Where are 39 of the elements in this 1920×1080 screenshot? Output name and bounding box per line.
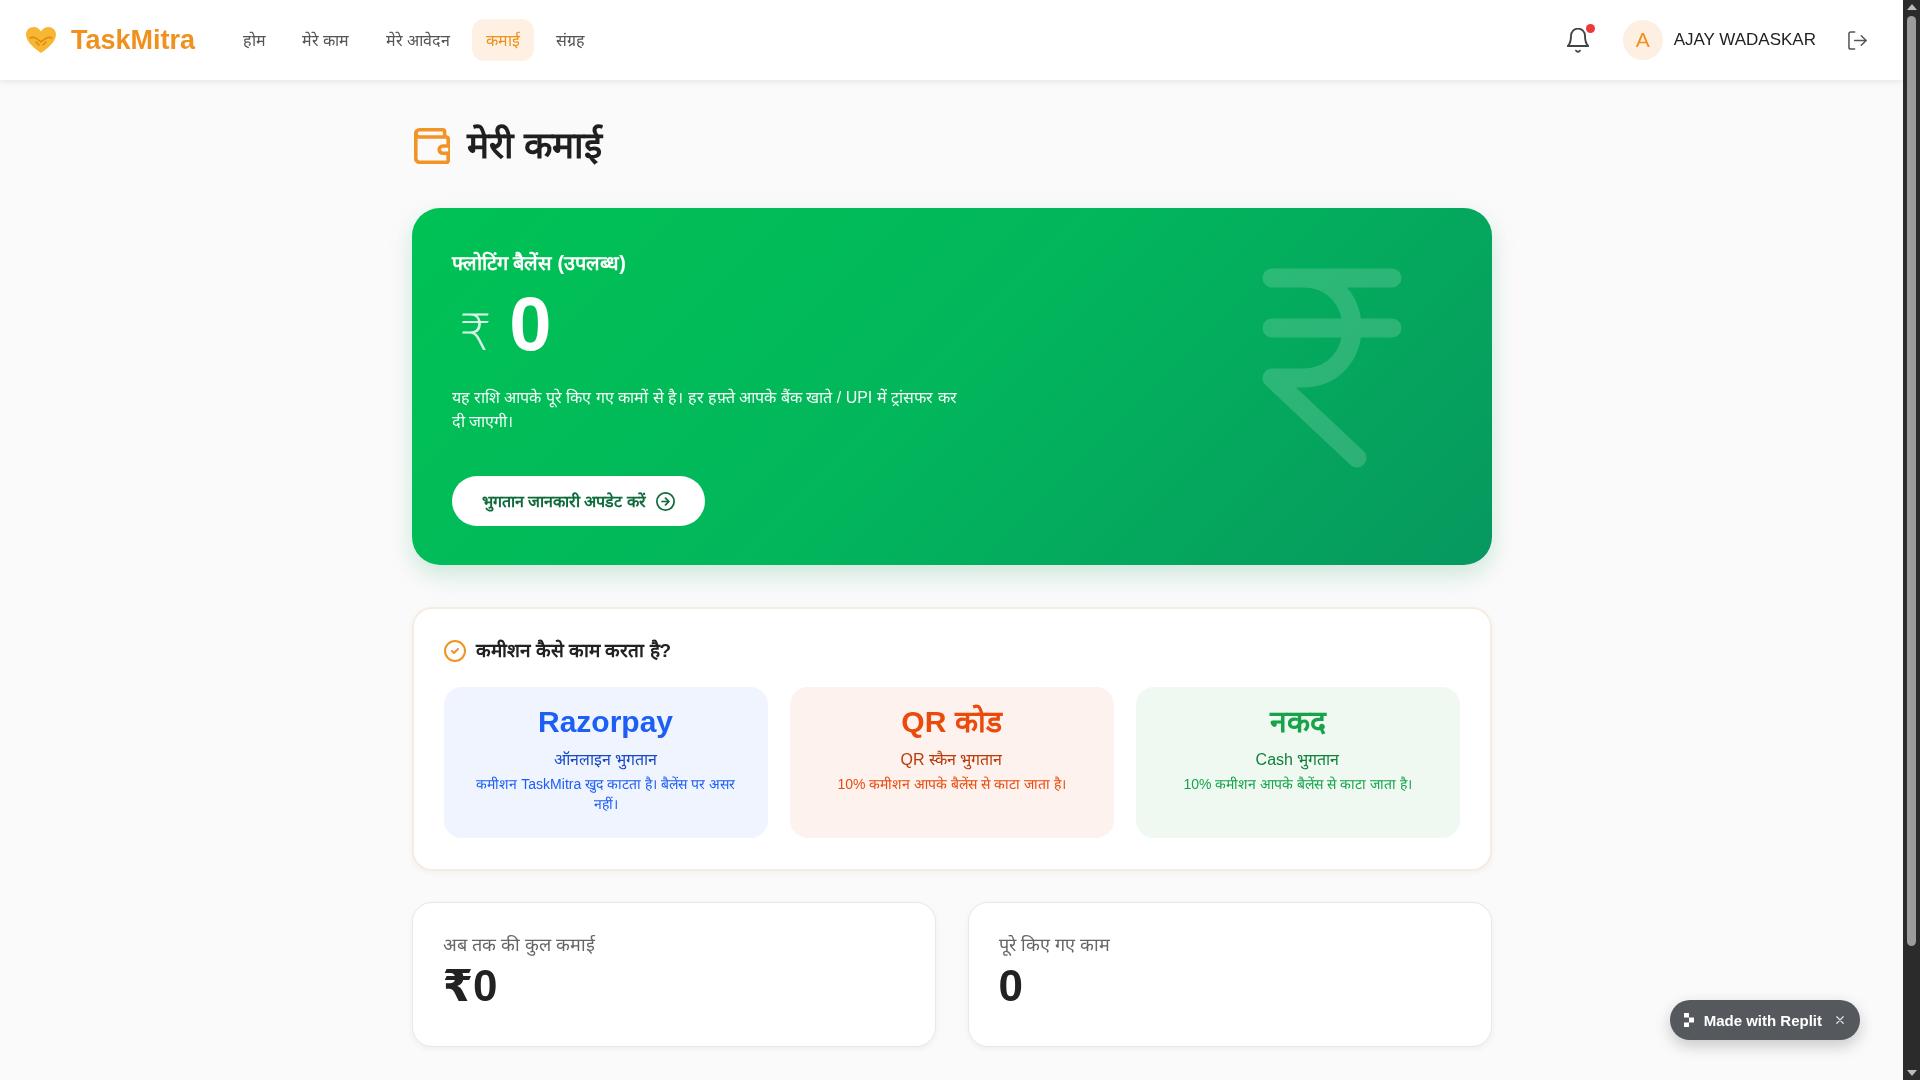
logo-icon: [1683, 1013, 1694, 1027]
nav-tab[interactable]: मेरे आवेदन: [371, 19, 464, 61]
up-arrow-icon[interactable]: [1906, 4, 1917, 10]
method-type: QR स्कैन भुगतान: [899, 749, 1004, 772]
stat-label: अब तक की कुल कमाई: [442, 934, 596, 958]
heart-icon[interactable]: [25, 26, 57, 54]
method-type: ऑनलाइन भुगतान: [552, 750, 659, 772]
scrollbar-thumb[interactable]: [1907, 16, 1916, 946]
currency-symbol: ₹: [459, 304, 492, 362]
logout-icon[interactable]: [1848, 30, 1867, 50]
stat-label: पूरे किए गए काम: [998, 934, 1111, 958]
arrow-circle-icon: [655, 491, 675, 511]
stat-value: ₹0: [442, 960, 499, 1012]
balance-label: फ्लोटिंग बैलेंस (उपलब्ध): [451, 250, 627, 276]
method-type: Cash भुगतान: [1254, 750, 1341, 772]
method-name: Razorpay: [536, 704, 674, 740]
nav-tab[interactable]: मेरे काम: [288, 19, 364, 61]
method-name: नकद: [1268, 704, 1328, 740]
method-note: कमीशन TaskMitra खुद काटता है। बैलेंस पर असर नहीं।: [475, 775, 736, 814]
bell-icon[interactable]: [1566, 27, 1589, 53]
nav-tab[interactable]: संग्रह: [541, 19, 599, 61]
close-icon[interactable]: [1836, 1016, 1844, 1024]
method-note: 10% कमीशन आपके बैलेंस से काटा जाता है।: [836, 775, 1067, 794]
page-title: मेरी कमाई: [466, 124, 602, 168]
check-circle-icon: [443, 640, 466, 662]
update-payment-button[interactable]: भुगतान जानकारी अपडेट करें: [451, 476, 705, 526]
down-arrow-icon[interactable]: [1906, 1070, 1917, 1076]
method-note: 10% कमीशन आपके बैलेंस से काटा जाता है।: [1182, 775, 1413, 794]
rupee-icon: [1261, 268, 1402, 468]
made-with-badge[interactable]: Made with Replit: [1669, 1000, 1860, 1040]
stat-value: 0: [998, 960, 1024, 1012]
nav-tab[interactable]: होम: [229, 19, 281, 61]
balance-note: यह राशि आपके पूरे किए गए कामों से है। हर हफ़्ते आपके बैंक खाते / UPI में ट्रांसफर कर दी जाएगी।: [451, 387, 958, 432]
balance-amount: 0: [509, 282, 552, 366]
section-title: कमीशन कैसे काम करता है?: [475, 639, 672, 663]
wallet-icon: [413, 128, 450, 164]
scrollbar[interactable]: [1903, 0, 1920, 1080]
method-name: QR कोड: [900, 703, 1004, 740]
user-name[interactable]: AJAY WADASKAR: [1673, 30, 1816, 50]
